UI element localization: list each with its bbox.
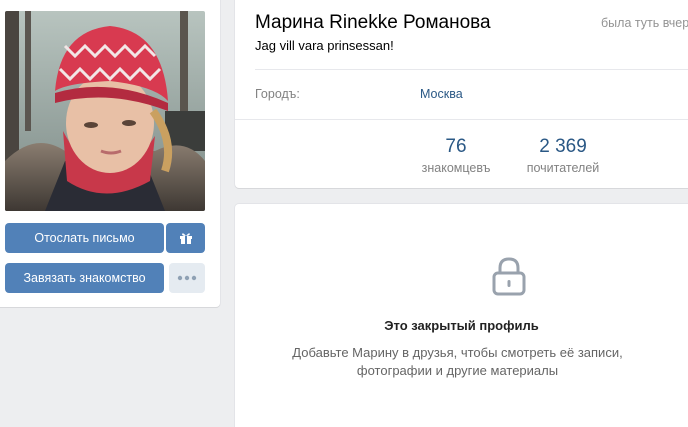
add-friend-label: Завязать знакомство [23, 271, 146, 285]
avatar[interactable] [5, 11, 205, 211]
closed-profile-description-line: Добавьте Марину в друзья, чтобы смотреть… [292, 345, 623, 360]
divider [255, 69, 688, 70]
closed-profile-description-line: фотографии и другие материалы [356, 363, 559, 378]
send-message-button[interactable]: Отослать письмо [5, 223, 164, 253]
profile-info-card: Марина Rinekke Романова была туть вчер J… [235, 0, 688, 188]
more-actions-button[interactable] [169, 263, 205, 293]
avatar-photo [5, 11, 205, 211]
online-status: была туть вчер [601, 16, 688, 30]
counter-label: знакомцевъ [421, 161, 491, 175]
gift-button[interactable] [166, 223, 205, 253]
send-message-label: Отослать письмо [34, 231, 135, 245]
closed-profile-card: Это закрытый профиль Добавьте Марину в д… [235, 204, 688, 427]
divider [235, 119, 688, 120]
counter-followers[interactable]: 2 369 почитателей [517, 136, 609, 175]
profile-status-text: Jag vill vara prinsessan! [255, 38, 394, 53]
counter-label: почитателей [526, 161, 600, 175]
profile-sidebar-card: Отослать письмо Завязать знакомство [0, 0, 220, 307]
closed-profile-description: Добавьте Марину в друзья, чтобы смотреть… [235, 344, 688, 380]
add-friend-button[interactable]: Завязать знакомство [5, 263, 164, 293]
closed-profile-title: Это закрытый профиль [384, 318, 539, 333]
lock-icon [492, 257, 526, 296]
more-dots-icon [177, 275, 197, 281]
profile-name: Марина Rinekke Романова [255, 12, 491, 33]
gift-icon [179, 233, 192, 244]
city-link[interactable]: Москва [420, 87, 463, 101]
city-label: Городъ: [255, 87, 300, 101]
counter-value: 76 [445, 136, 467, 157]
counter-friends[interactable]: 76 знакомцевъ [412, 136, 500, 175]
counter-value: 2 369 [539, 136, 587, 157]
